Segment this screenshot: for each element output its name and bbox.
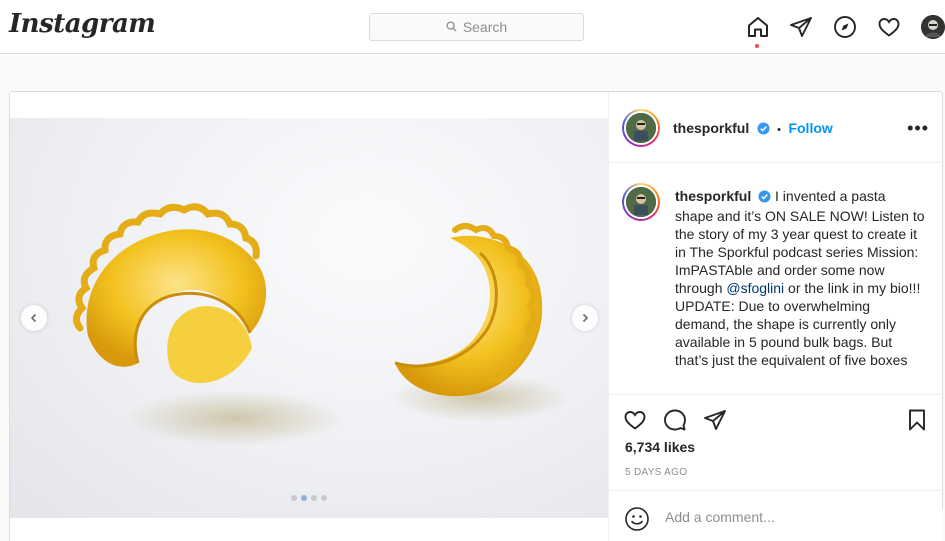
post-timestamp[interactable]: 5 DAYS AGO	[625, 467, 687, 478]
post-actions: 6,734 likes 5 DAYS AGO	[609, 395, 943, 490]
share-button[interactable]	[702, 407, 728, 433]
carousel-next-button[interactable]	[572, 305, 598, 331]
caption-author-avatar[interactable]	[622, 183, 660, 221]
caption-mention-link[interactable]: @sfoglini	[726, 280, 784, 296]
save-button[interactable]	[904, 407, 930, 433]
author-username[interactable]: thesporkful	[673, 120, 749, 136]
more-options-icon[interactable]: •••	[907, 118, 929, 139]
heart-icon	[624, 411, 646, 430]
header-separator: •	[777, 124, 781, 136]
comment-button[interactable]	[662, 407, 688, 433]
activity-heart-icon[interactable]	[876, 14, 902, 40]
send-icon	[704, 410, 726, 430]
chevron-right-icon	[582, 313, 589, 323]
caption-text: thesporkful I invented a pasta shape and…	[675, 187, 925, 369]
carousel-dots	[291, 495, 327, 501]
caption-username[interactable]: thesporkful	[675, 188, 751, 204]
search-input[interactable]: Search	[369, 13, 584, 41]
direct-messages-icon[interactable]	[788, 14, 814, 40]
verified-badge-icon	[757, 122, 770, 140]
caption-body-end: or the link in my bio!!!	[784, 280, 921, 296]
bookmark-icon	[909, 409, 925, 431]
carousel-dot	[321, 495, 327, 501]
profile-avatar[interactable]	[921, 15, 945, 39]
author-avatar[interactable]	[622, 109, 660, 147]
carousel-dot-active	[301, 495, 307, 501]
home-notification-dot	[755, 44, 759, 48]
instagram-logo[interactable]: Instagram	[9, 9, 156, 39]
verified-badge-icon	[758, 189, 771, 207]
follow-button[interactable]: Follow	[788, 120, 832, 136]
pasta-image	[73, 203, 570, 446]
like-button[interactable]	[622, 407, 648, 433]
post-card: thesporkful • Follow ••• thesporkful I i…	[9, 91, 943, 541]
comment-input[interactable]: Add a comment...	[665, 509, 775, 525]
caption-area: thesporkful I invented a pasta shape and…	[609, 163, 943, 395]
emoji-icon[interactable]	[624, 506, 650, 532]
chevron-left-icon	[30, 313, 37, 323]
likes-count[interactable]: 6,734 likes	[625, 439, 695, 455]
post-media	[10, 92, 609, 541]
post-header: thesporkful • Follow •••	[609, 92, 943, 163]
explore-compass-icon[interactable]	[832, 14, 858, 40]
post-photo[interactable]	[10, 118, 608, 518]
post-comment-button[interactable]	[896, 509, 943, 541]
carousel-dot	[291, 495, 297, 501]
home-icon[interactable]	[745, 14, 771, 40]
search-placeholder: Search	[462, 19, 508, 35]
carousel-dot	[311, 495, 317, 501]
comment-bar: Add a comment...	[609, 490, 943, 541]
top-nav: Instagram Search	[0, 0, 945, 54]
carousel-prev-button[interactable]	[21, 305, 47, 331]
caption-update: UPDATE: Due to overwhelming demand, the …	[675, 298, 908, 368]
post-side-panel: thesporkful • Follow ••• thesporkful I i…	[609, 92, 943, 541]
search-icon	[446, 19, 457, 35]
comment-bubble-icon	[664, 409, 686, 431]
